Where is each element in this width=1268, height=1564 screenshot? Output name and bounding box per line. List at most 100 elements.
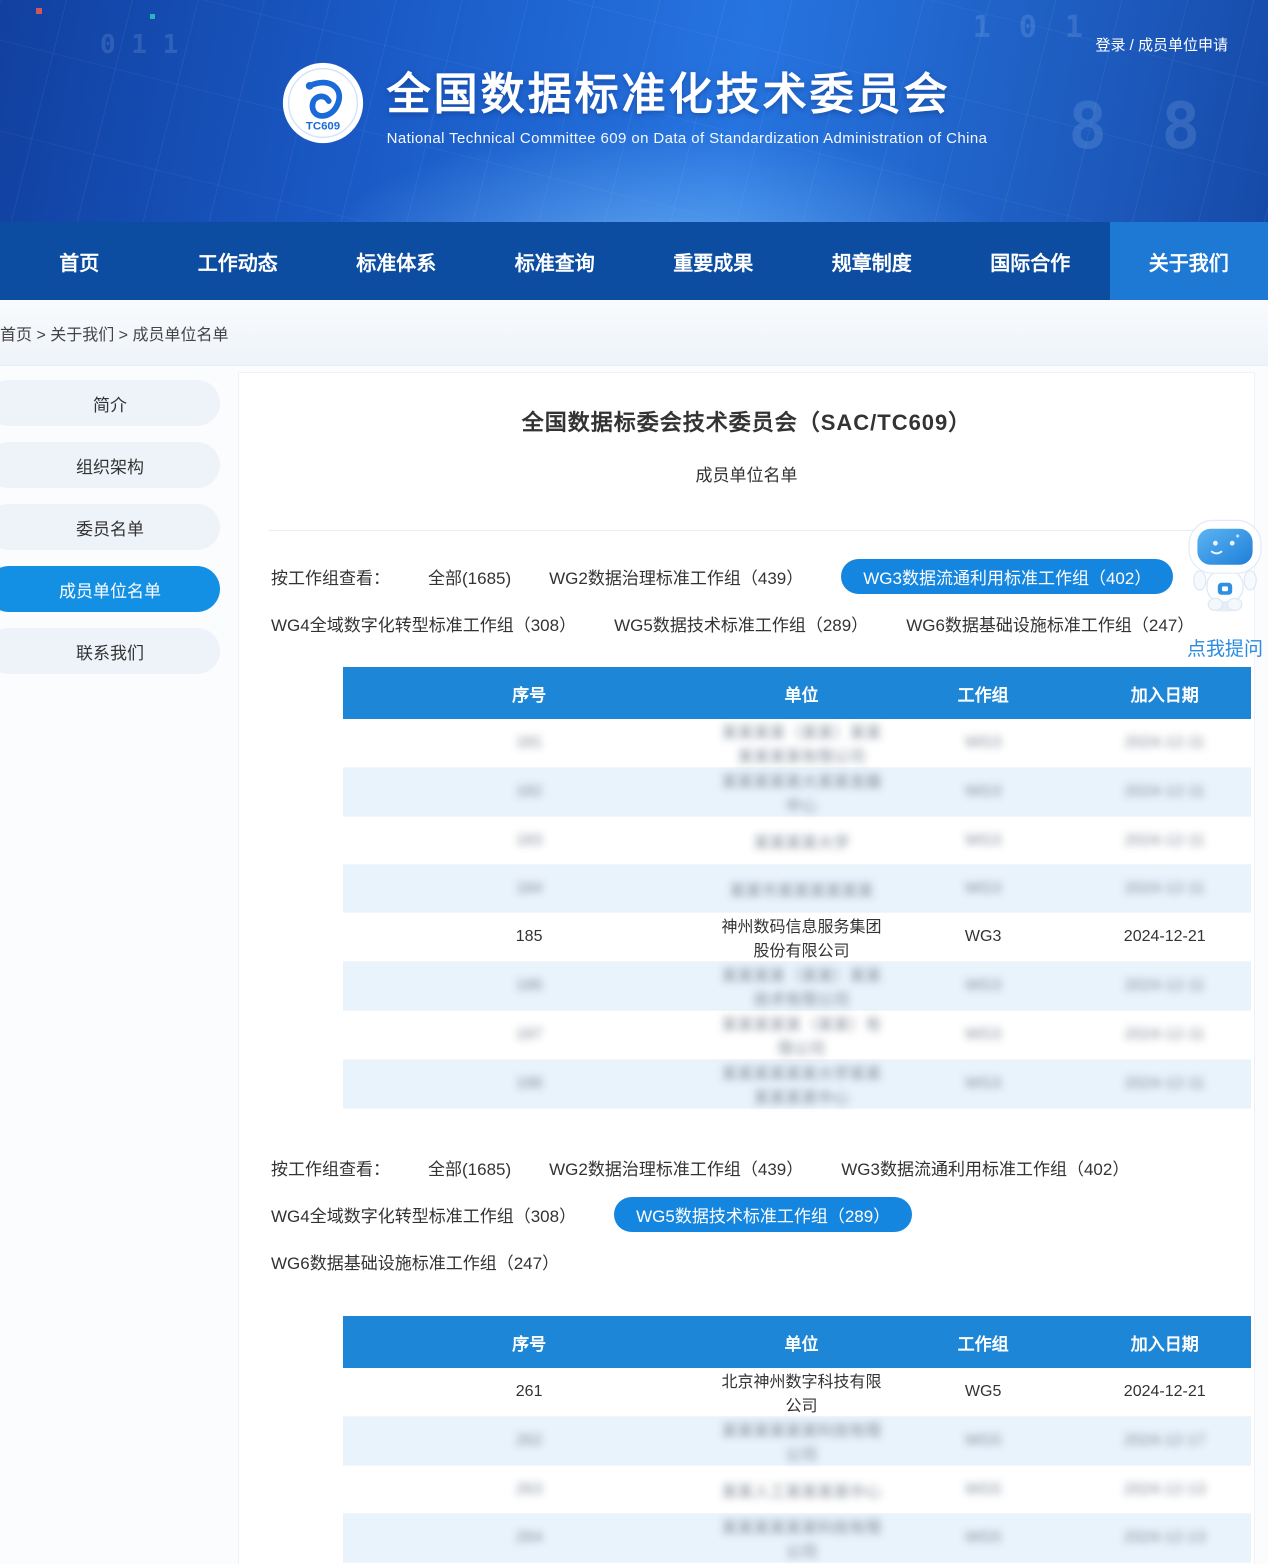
filter-item[interactable]: WG6数据基础设施标准工作组（247）	[906, 606, 1194, 641]
nav-item[interactable]: 规章制度	[793, 222, 952, 300]
nav-item[interactable]: 重要成果	[634, 222, 793, 300]
nav-item-label: 标准查询	[515, 247, 595, 276]
nav-item-label: 首页	[59, 247, 99, 276]
table-row: 188 某某某某某某大学某某某某某某中心 WG3 2024-12-11	[343, 1060, 1251, 1109]
cell-unit: 某某某某某（某某）有限公司	[715, 1011, 888, 1060]
cell-seq: 186	[343, 962, 715, 1011]
nav-item[interactable]: 首页	[0, 222, 159, 300]
decor-dot	[36, 8, 42, 14]
filter-item-label: WG5数据技术标准工作组（289）	[636, 1207, 890, 1226]
cell-seq: 261	[343, 1368, 715, 1417]
sidebar-item[interactable]: 联系我们	[0, 628, 220, 674]
sidebar-item[interactable]: 简介	[0, 380, 220, 426]
table-row: 263 某某人工某某某某中心 WG5 2024-12-13	[343, 1466, 1251, 1514]
cell-workgroup: WG3	[888, 962, 1079, 1011]
sidebar-item-label: 简介	[93, 391, 127, 416]
table-row: 186 某某某某（某某）某某技术有限公司 WG3 2024-12-11	[343, 962, 1251, 1011]
page-title: 全国数据标委会技术委员会（SAC/TC609）	[239, 405, 1254, 437]
filter-item-label: WG4全域数字化转型标准工作组（308）	[271, 616, 576, 635]
cell-join-date: 2024-12-17	[1078, 1417, 1251, 1466]
sidebar: 简介 组织架构 委员名单 成员单位名单 联系我们	[0, 380, 220, 690]
decor-dot	[150, 14, 155, 19]
nav-item-label: 国际合作	[990, 247, 1070, 276]
cell-seq: 183	[343, 817, 715, 865]
sidebar-item[interactable]: 委员名单	[0, 504, 220, 550]
site-brand: TC609 全国数据标准化技术委员会 National Technical Co…	[0, 58, 1268, 147]
table-header-cell: 单位	[715, 667, 888, 719]
cell-workgroup: WG3	[888, 817, 1079, 865]
sidebar-item-label: 联系我们	[76, 639, 144, 664]
cell-unit: 某某某某（某某）某某某某某某有限公司	[715, 719, 888, 768]
sidebar-item[interactable]: 成员单位名单	[0, 566, 220, 612]
nav-item[interactable]: 标准查询	[476, 222, 635, 300]
filter-item-label: WG6数据基础设施标准工作组（247）	[271, 1254, 559, 1273]
cell-join-date: 2024-12-11	[1078, 1060, 1251, 1109]
cell-unit: 某某某某某某科技有限公司	[715, 1417, 888, 1466]
filter-item-label: WG4全域数字化转型标准工作组（308）	[271, 1207, 576, 1226]
cell-join-date: 2024-12-11	[1078, 962, 1251, 1011]
table-row: 264 某某某某某某科技有限公司 WG5 2024-12-13	[343, 1514, 1251, 1563]
filter-label: 按工作组查看：	[271, 564, 390, 589]
cell-seq: 185	[343, 913, 715, 962]
cell-join-date: 2024-12-11	[1078, 865, 1251, 913]
filter-item[interactable]: 全部(1685)	[428, 559, 511, 594]
cell-seq: 182	[343, 768, 715, 817]
cell-join-date: 2024-12-21	[1078, 913, 1251, 962]
cell-workgroup: WG3	[888, 768, 1079, 817]
main-nav: 首页 工作动态 标准体系 标准查询 重要成果 规章制度 国际合作 关于我们	[0, 222, 1268, 300]
filter-item[interactable]: WG3数据流通利用标准工作组（402）	[841, 1150, 1129, 1185]
cell-join-date: 2024-12-11	[1078, 768, 1251, 817]
sidebar-item-label: 组织架构	[76, 453, 144, 478]
filter-item[interactable]: WG4全域数字化转型标准工作组（308）	[271, 1197, 576, 1232]
filter-item[interactable]: 全部(1685)	[428, 1150, 511, 1185]
filter-item[interactable]: WG4全域数字化转型标准工作组（308）	[271, 606, 576, 641]
cell-seq: 184	[343, 865, 715, 913]
cell-seq: 263	[343, 1466, 715, 1514]
decor-digits: 1 0 1	[973, 10, 1088, 45]
filter-item[interactable]: WG6数据基础设施标准工作组（247）	[271, 1244, 559, 1279]
page: 8 8 1 0 1 0 1 1 登录 / 成员单位申请 TC609 全国数据标准…	[0, 0, 1268, 1564]
login-link[interactable]: 登录 / 成员单位申请	[1095, 34, 1228, 55]
nav-item[interactable]: 标准体系	[317, 222, 476, 300]
cell-workgroup: WG3	[888, 719, 1079, 768]
sidebar-item-label: 成员单位名单	[59, 577, 161, 602]
table-header-cell: 加入日期	[1078, 667, 1251, 719]
filter-item-label: WG2数据治理标准工作组（439）	[549, 1160, 803, 1179]
filter-item[interactable]: WG5数据技术标准工作组（289）	[614, 606, 868, 641]
content-panel: 全国数据标委会技术委员会（SAC/TC609） 成员单位名单 按工作组查看： 全…	[238, 372, 1255, 1564]
table-row: 187 某某某某某（某某）有限公司 WG3 2024-12-11	[343, 1011, 1251, 1060]
breadcrumb-text: 首页 > 关于我们 > 成员单位名单	[0, 321, 228, 345]
cell-unit: 某某某某某某大学某某某某某某中心	[715, 1060, 888, 1109]
nav-item-label: 规章制度	[832, 247, 912, 276]
table-row: 183 某某某某大学 WG3 2024-12-11	[343, 817, 1251, 865]
member-table-wg5: 序号单位工作组加入日期 261 北京神州数字科技有限公司 WG5 2024-12…	[343, 1316, 1251, 1564]
sidebar-item[interactable]: 组织架构	[0, 442, 220, 488]
filter-section-wg3: 按工作组查看： 全部(1685) WG2数据治理标准工作组（439） WG3数据…	[271, 559, 1222, 641]
cell-workgroup: WG3	[888, 913, 1079, 962]
nav-item[interactable]: 关于我们	[1110, 222, 1268, 300]
cell-join-date: 2024-12-11	[1078, 1011, 1251, 1060]
assistant-robot[interactable]	[1183, 518, 1267, 619]
filter-item-label: WG6数据基础设施标准工作组（247）	[906, 616, 1194, 635]
filter-item[interactable]: WG2数据治理标准工作组（439）	[549, 1150, 803, 1185]
table-row: 185 神州数码信息服务集团股份有限公司 WG3 2024-12-21	[343, 913, 1251, 962]
filter-item[interactable]: WG5数据技术标准工作组（289）	[614, 1197, 912, 1232]
cell-workgroup: WG5	[888, 1417, 1079, 1466]
cell-unit: 北京神州数字科技有限公司	[715, 1368, 888, 1417]
sidebar-item-label: 委员名单	[76, 515, 144, 540]
filter-item[interactable]: WG2数据治理标准工作组（439）	[549, 559, 803, 594]
filter-item-label: WG2数据治理标准工作组（439）	[549, 569, 803, 588]
cell-join-date: 2024-12-13	[1078, 1466, 1251, 1514]
assistant-label[interactable]: 点我提问	[1176, 634, 1268, 661]
page-subtitle: 成员单位名单	[239, 461, 1254, 486]
filter-item-label: WG3数据流通利用标准工作组（402）	[841, 1160, 1129, 1179]
cell-join-date: 2024-12-11	[1078, 719, 1251, 768]
filter-item[interactable]: WG3数据流通利用标准工作组（402）	[841, 559, 1173, 594]
nav-item[interactable]: 工作动态	[159, 222, 318, 300]
table-header-cell: 序号	[343, 667, 715, 719]
cell-seq: 187	[343, 1011, 715, 1060]
cell-unit: 某某人工某某某某中心	[715, 1466, 888, 1514]
breadcrumb[interactable]: 首页 > 关于我们 > 成员单位名单	[0, 300, 1268, 366]
nav-item[interactable]: 国际合作	[951, 222, 1110, 300]
logo-text: TC609	[305, 120, 339, 132]
